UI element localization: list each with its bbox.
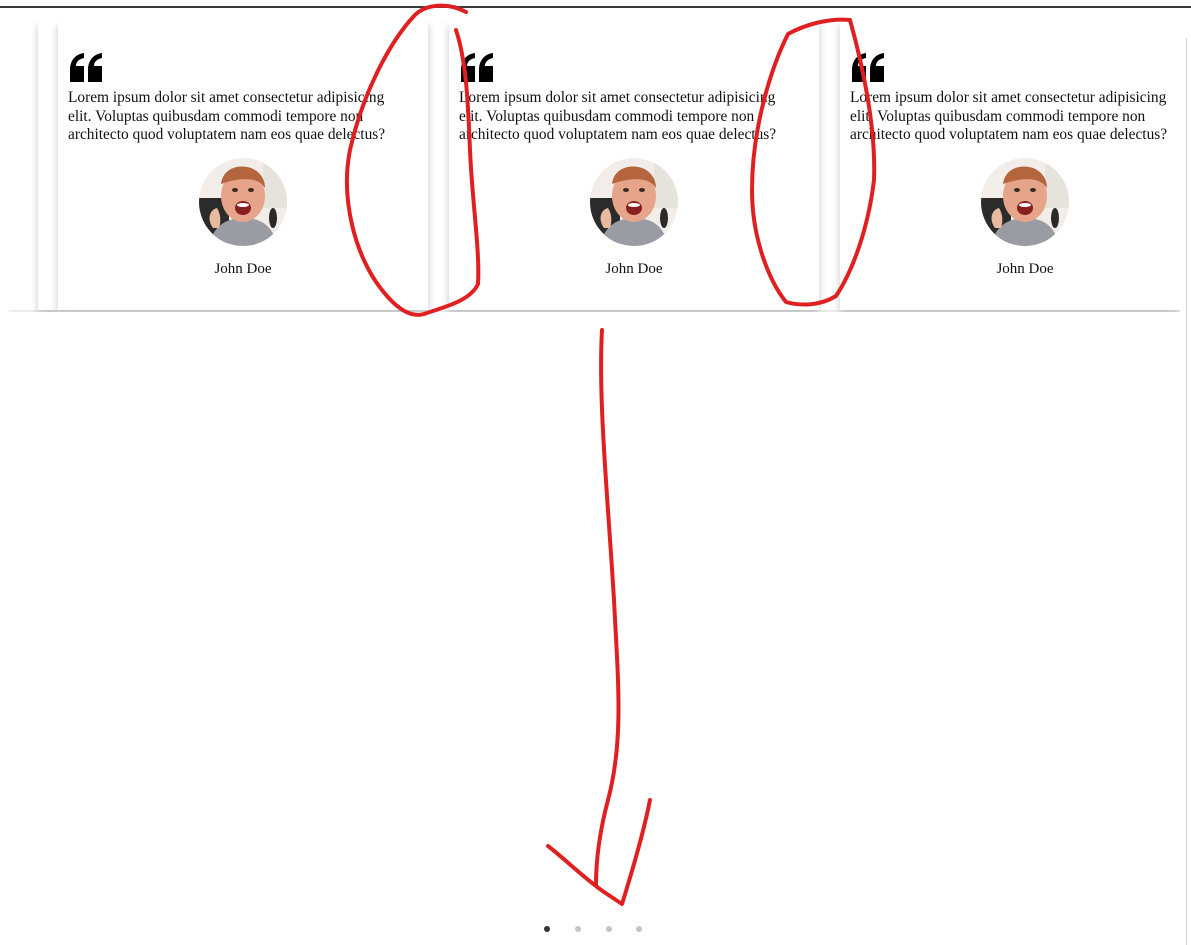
testimonial-quote: Lorem ipsum dolor sit amet consectetur a… — [459, 89, 777, 143]
smiling-man-avatar — [199, 158, 287, 246]
author-name: John Doe — [605, 261, 663, 277]
avatar — [590, 158, 678, 246]
pagination-dot[interactable] — [636, 926, 642, 932]
avatar — [981, 158, 1069, 246]
annotation-arrow-head — [546, 798, 652, 906]
pagination-dot[interactable] — [544, 926, 550, 932]
quote-icon — [852, 53, 884, 82]
testimonial-card: Lorem ipsum dolor sit amet consectetur a… — [449, 22, 819, 310]
avatar — [199, 158, 287, 246]
pagination-dot[interactable] — [606, 926, 612, 932]
author-name: John Doe — [996, 261, 1054, 277]
pagination-dot[interactable] — [575, 926, 581, 932]
author-name: John Doe — [214, 261, 272, 277]
carousel-pagination — [544, 926, 644, 934]
annotation-arrow-shaft — [594, 328, 621, 887]
smiling-man-avatar — [981, 158, 1069, 246]
scrollbar-edge — [1186, 38, 1187, 945]
quote-icon — [461, 53, 493, 82]
previous-card-edge — [38, 22, 58, 310]
quote-icon — [70, 53, 102, 82]
top-border-line — [0, 6, 1191, 8]
smiling-man-avatar — [590, 158, 678, 246]
testimonial-carousel[interactable]: Lorem ipsum dolor sit amet consectetur a… — [8, 22, 1180, 312]
testimonial-card: Lorem ipsum dolor sit amet consectetur a… — [840, 22, 1180, 310]
testimonial-quote: Lorem ipsum dolor sit amet consectetur a… — [68, 89, 386, 143]
testimonial-quote: Lorem ipsum dolor sit amet consectetur a… — [850, 89, 1168, 143]
testimonial-card: Lorem ipsum dolor sit amet consectetur a… — [58, 22, 428, 310]
